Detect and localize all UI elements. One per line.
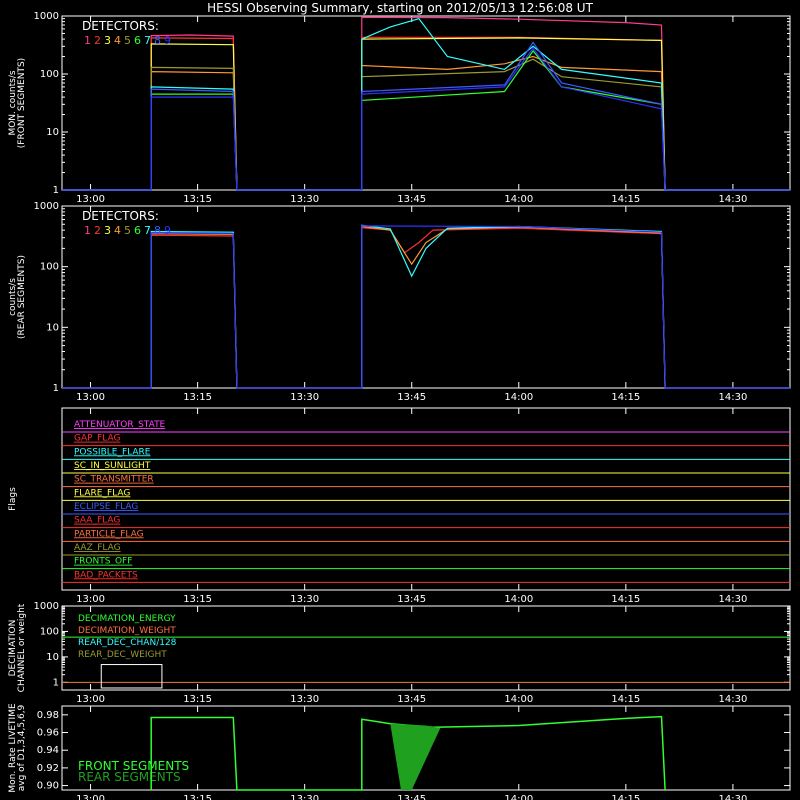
x-tick-label: 13:45 (397, 794, 426, 800)
flag-label: ECLIPSE_FLAG (74, 502, 138, 512)
legend-title: DETECTORS: (82, 19, 159, 33)
y-axis-label: CHANNEL or weight (17, 603, 27, 692)
x-tick-label: 13:15 (183, 694, 212, 705)
decimation-legend-label: DECIMATION_WEIGHT (78, 626, 176, 636)
x-tick-label: 13:30 (290, 794, 319, 800)
legend-label-det-9: 9 (164, 224, 171, 237)
legend-label-det-8: 8 (154, 224, 161, 237)
y-tick-label: 1 (53, 383, 59, 394)
x-tick-label: 14:30 (718, 794, 747, 800)
x-tick-label: 14:15 (611, 392, 640, 403)
flag-label: FRONTS_OFF (74, 557, 132, 567)
y-tick-label: 1000 (34, 601, 59, 612)
legend-label-det-4: 4 (114, 224, 121, 237)
legend-label-det-1: 1 (84, 34, 91, 47)
legend-label-det-4: 4 (114, 34, 121, 47)
y-axis-label: Flags (8, 487, 18, 511)
y-tick-label: 100 (40, 626, 59, 637)
chart-title: HESSI Observing Summary, starting on 201… (207, 1, 593, 15)
flag-label: FLARE_FLAG (74, 488, 130, 498)
y-tick-label: 100 (40, 262, 59, 273)
y-tick-label: 0.96 (37, 728, 59, 739)
flag-label: PARTICLE_FLAG (74, 529, 144, 539)
hessi-summary-chart: HESSI Observing Summary, starting on 201… (0, 0, 800, 800)
x-tick-label: 14:30 (718, 194, 747, 205)
livetime-legend-label: REAR SEGMENTS (78, 770, 181, 784)
y-tick-label: 0.92 (37, 763, 59, 774)
decimation-legend-label: REAR_DEC_WEIGHT (78, 650, 167, 660)
x-tick-label: 14:15 (611, 694, 640, 705)
x-tick-label: 14:15 (611, 594, 640, 605)
x-tick-label: 13:45 (397, 694, 426, 705)
y-axis-label: (REAR SEGMENTS) (17, 255, 27, 339)
legend-label-det-3: 3 (104, 34, 111, 47)
y-axis-label: (FRONT SEGMENTS) (17, 58, 27, 148)
x-tick-label: 14:00 (504, 694, 533, 705)
x-tick-label: 13:30 (290, 694, 319, 705)
y-tick-label: 1000 (34, 11, 59, 22)
y-tick-label: 1 (53, 677, 59, 688)
legend-label-det-1: 1 (84, 224, 91, 237)
legend-label-det-2: 2 (94, 34, 101, 47)
legend-label-det-7: 7 (144, 34, 151, 47)
x-tick-label: 14:00 (504, 194, 533, 205)
x-tick-label: 14:15 (611, 194, 640, 205)
x-tick-label: 13:45 (397, 194, 426, 205)
x-tick-label: 13:30 (290, 392, 319, 403)
legend-label-det-5: 5 (124, 34, 131, 47)
x-tick-label: 14:00 (504, 594, 533, 605)
legend-title: DETECTORS: (82, 209, 159, 223)
legend-label-det-7: 7 (144, 224, 151, 237)
x-tick-label: 13:00 (76, 392, 105, 403)
legend-label-det-6: 6 (134, 224, 141, 237)
y-tick-label: 10 (46, 652, 59, 663)
x-tick-label: 14:15 (611, 794, 640, 800)
x-tick-label: 14:30 (718, 694, 747, 705)
x-tick-label: 13:15 (183, 194, 212, 205)
flag-label: POSSIBLE_FLARE (74, 447, 151, 457)
x-tick-label: 14:00 (504, 794, 533, 800)
flag-label: BAD_PACKETS (74, 570, 138, 580)
y-tick-label: 100 (40, 69, 59, 80)
y-tick-label: 10 (46, 127, 59, 138)
legend-label-det-9: 9 (164, 34, 171, 47)
y-tick-label: 1 (53, 185, 59, 196)
x-tick-label: 13:30 (290, 194, 319, 205)
flag-label: SC_TRANSMITTER (74, 475, 154, 485)
legend-label-det-6: 6 (134, 34, 141, 47)
y-tick-label: 10 (46, 322, 59, 333)
legend-label-det-3: 3 (104, 224, 111, 237)
flag-label: GAP_FLAG (74, 434, 120, 444)
decimation-legend-label: DECIMATION_ENERGY (78, 614, 176, 624)
y-axis-label: avg of D1,3,4,5,6,9 (17, 704, 27, 791)
flag-label: SC_IN_SUNLIGHT (74, 461, 151, 471)
x-tick-label: 13:15 (183, 392, 212, 403)
flag-label: AAZ_FLAG (74, 543, 121, 553)
decimation-legend-label: REAR_DEC_CHAN/128 (78, 638, 177, 648)
x-tick-label: 13:45 (397, 594, 426, 605)
x-tick-label: 14:30 (718, 392, 747, 403)
x-tick-label: 13:30 (290, 594, 319, 605)
x-tick-label: 13:00 (76, 194, 105, 205)
y-tick-label: 0.94 (37, 745, 59, 756)
y-tick-label: 0.90 (37, 781, 59, 792)
legend-label-det-5: 5 (124, 224, 131, 237)
x-tick-label: 14:30 (718, 594, 747, 605)
y-tick-label: 0.98 (37, 710, 59, 721)
x-tick-label: 13:45 (397, 392, 426, 403)
x-tick-label: 13:00 (76, 594, 105, 605)
legend-label-det-2: 2 (94, 224, 101, 237)
x-tick-label: 13:00 (76, 694, 105, 705)
flag-label: SAA_FLAG (74, 516, 120, 526)
x-tick-label: 13:15 (183, 594, 212, 605)
x-tick-label: 13:00 (76, 794, 105, 800)
flag-label: ATTENUATOR_STATE (74, 420, 166, 430)
y-tick-label: 1000 (34, 201, 59, 212)
x-tick-label: 13:15 (183, 794, 212, 800)
legend-label-det-8: 8 (154, 34, 161, 47)
x-tick-label: 14:00 (504, 392, 533, 403)
